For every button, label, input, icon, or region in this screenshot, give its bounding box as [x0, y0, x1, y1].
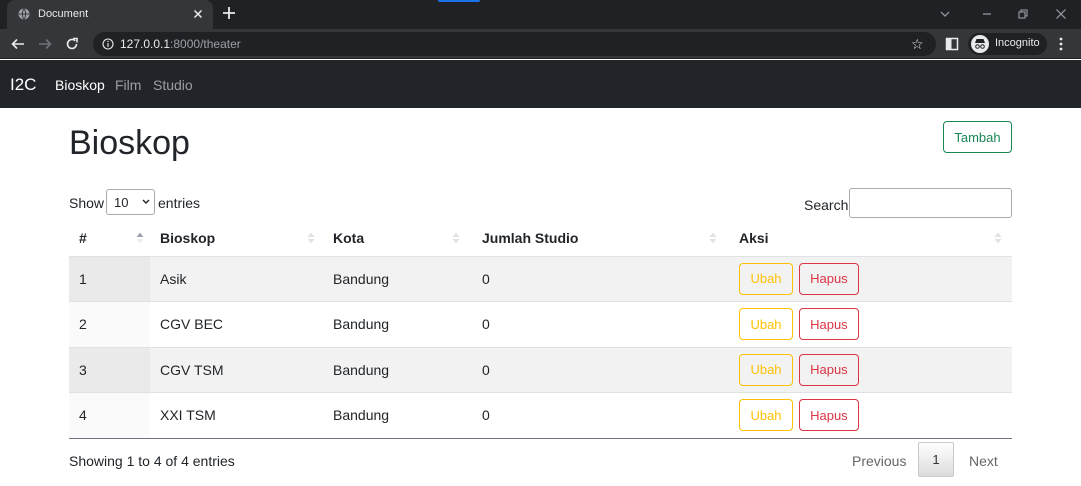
forward-arrow-icon[interactable] [38, 37, 52, 51]
table-header-row: # Bioskop Kota Jumlah Studio Aksi [69, 220, 1012, 257]
star-icon[interactable]: ☆ [911, 36, 924, 53]
cell-kota: Bandung [323, 392, 472, 439]
more-menu-icon[interactable] [1058, 37, 1064, 51]
pagination-previous[interactable]: Previous [852, 453, 906, 469]
edit-button[interactable]: Ubah [739, 353, 793, 386]
edit-button[interactable]: Ubah [739, 399, 793, 432]
cell-aksi: Ubah Hapus [729, 392, 1012, 439]
search-label: Search: [804, 197, 853, 213]
reload-icon[interactable] [65, 37, 79, 51]
column-header-label: # [79, 229, 87, 246]
sort-icon [452, 232, 460, 244]
back-arrow-icon[interactable] [11, 37, 25, 51]
navbar-brand[interactable]: I2C [10, 75, 36, 95]
pagination-next[interactable]: Next [969, 453, 998, 469]
browser-tabstrip: Document [0, 0, 1081, 29]
cell-bioskop: CGV BEC [150, 301, 323, 348]
url-text: 127.0.0.1:8000/theater [120, 37, 241, 51]
column-header-label: Aksi [739, 229, 769, 246]
cell-kota: Bandung [323, 256, 472, 302]
column-header-label: Bioskop [160, 229, 216, 246]
edit-button[interactable]: Ubah [739, 308, 793, 341]
cell-bioskop: CGV TSM [150, 347, 323, 393]
cell-jumlah-studio: 0 [472, 347, 729, 393]
chevron-down-icon[interactable] [938, 7, 952, 21]
sort-ascending-icon [136, 232, 144, 244]
nav-link-bioskop[interactable]: Bioskop [55, 77, 105, 93]
column-header-jumlah-studio[interactable]: Jumlah Studio [472, 220, 729, 257]
cell-jumlah-studio: 0 [472, 301, 729, 348]
incognito-badge[interactable]: Incognito [968, 33, 1047, 55]
delete-button[interactable]: Hapus [798, 308, 859, 341]
address-bar[interactable]: 127.0.0.1:8000/theater ☆ [93, 32, 936, 56]
entries-length-select[interactable]: 10 [106, 189, 155, 215]
edit-button[interactable]: Ubah [739, 262, 793, 295]
incognito-label: Incognito [995, 37, 1040, 49]
minimize-icon[interactable] [980, 7, 994, 21]
column-header-bioskop[interactable]: Bioskop [150, 220, 323, 257]
cell-aksi: Ubah Hapus [729, 347, 1012, 393]
add-button[interactable]: Tambah [943, 121, 1012, 153]
column-header-kota[interactable]: Kota [323, 220, 472, 257]
url-host: 127.0.0.1 [120, 37, 171, 51]
length-entries-label: entries [158, 195, 201, 211]
app-navbar: I2C Bioskop Film Studio [0, 60, 1081, 108]
nav-link-film[interactable]: Film [115, 77, 141, 93]
tab-title: Document [38, 8, 89, 20]
url-path: :8000/theater [170, 37, 241, 51]
sort-icon [307, 232, 315, 244]
delete-button[interactable]: Hapus [798, 399, 859, 432]
delete-button[interactable]: Hapus [798, 353, 859, 386]
browser-tab[interactable]: Document [7, 0, 213, 29]
table-row: 4 XXI TSM Bandung 0 Ubah Hapus [69, 392, 1012, 439]
cell-number: 3 [69, 347, 150, 393]
cell-kota: Bandung [323, 301, 472, 348]
cell-kota: Bandung [323, 347, 472, 393]
column-header-number[interactable]: # [69, 220, 150, 257]
page-title: Bioskop [69, 124, 190, 162]
nav-link-studio[interactable]: Studio [153, 77, 193, 93]
cell-number: 2 [69, 301, 150, 348]
cell-bioskop: XXI TSM [150, 392, 323, 439]
table-row: 1 Asik Bandung 0 Ubah Hapus [69, 256, 1012, 302]
delete-button[interactable]: Hapus [798, 262, 859, 295]
column-header-label: Kota [333, 229, 365, 246]
cell-number: 1 [69, 256, 150, 302]
chevron-down-icon [142, 199, 150, 204]
globe-icon [18, 8, 30, 20]
close-icon[interactable] [191, 7, 205, 21]
length-show-label: Show [69, 195, 105, 211]
table-row: 2 CGV BEC Bandung 0 Ubah Hapus [69, 301, 1012, 348]
length-value: 10 [114, 195, 129, 210]
cell-bioskop: Asik [150, 256, 323, 302]
sort-icon [709, 232, 717, 244]
table-row: 3 CGV TSM Bandung 0 Ubah Hapus [69, 347, 1012, 393]
incognito-icon [971, 35, 989, 53]
info-icon[interactable] [102, 38, 114, 50]
side-panel-icon[interactable] [945, 37, 959, 51]
cell-jumlah-studio: 0 [472, 392, 729, 439]
media-indicator [438, 0, 480, 2]
search-input[interactable] [849, 188, 1012, 218]
sort-icon [994, 232, 1002, 244]
theater-table: # Bioskop Kota Jumlah Studio Aksi 1 Asik… [69, 220, 1012, 439]
window-close-icon[interactable] [1054, 7, 1068, 21]
column-header-aksi[interactable]: Aksi [729, 220, 1012, 257]
column-header-label: Jumlah Studio [482, 229, 579, 246]
cell-aksi: Ubah Hapus [729, 256, 1012, 302]
plus-icon[interactable] [222, 6, 236, 20]
browser-toolbar: 127.0.0.1:8000/theater ☆ Incognito [0, 29, 1081, 59]
cell-number: 4 [69, 392, 150, 439]
restore-icon[interactable] [1016, 7, 1030, 21]
table-info: Showing 1 to 4 of 4 entries [69, 453, 235, 469]
pagination-page-1[interactable]: 1 [918, 442, 954, 477]
cell-jumlah-studio: 0 [472, 256, 729, 302]
cell-aksi: Ubah Hapus [729, 301, 1012, 348]
